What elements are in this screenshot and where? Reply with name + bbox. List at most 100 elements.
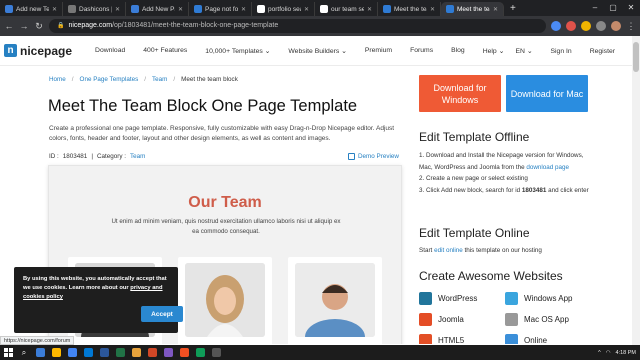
- maximize-icon[interactable]: ▢: [604, 0, 622, 16]
- close-tab-icon[interactable]: ✕: [430, 6, 435, 13]
- minimize-icon[interactable]: –: [586, 0, 604, 16]
- taskbar-app-icon[interactable]: [32, 345, 48, 360]
- scrollbar-thumb[interactable]: [633, 42, 639, 72]
- close-tab-icon[interactable]: ✕: [367, 6, 372, 13]
- app-link[interactable]: Windows App: [505, 291, 605, 305]
- app-link[interactable]: HTML5: [419, 333, 505, 344]
- windows-start-icon[interactable]: [0, 345, 16, 360]
- favicon-icon: [320, 5, 328, 13]
- tab-title: Dashicons | V: [79, 5, 112, 13]
- template-meta: ID : 1803481 | Category : Team: [49, 153, 145, 160]
- breadcrumb-separator: /: [71, 76, 74, 83]
- favicon-icon: [383, 5, 391, 13]
- scrollbar[interactable]: [632, 36, 640, 345]
- nav-item[interactable]: Blog: [442, 47, 474, 55]
- app-glyph-icon: [35, 348, 45, 357]
- browser-tab[interactable]: Add new Tea✕: [0, 2, 63, 16]
- nav-item[interactable]: Premium: [356, 47, 401, 55]
- page-title: Meet The Team Block One Page Template: [48, 97, 358, 115]
- step3-end: and click enter: [548, 186, 589, 194]
- new-tab-icon[interactable]: +: [504, 2, 522, 16]
- close-tab-icon[interactable]: ✕: [52, 6, 57, 13]
- url-input[interactable]: 🔒 nicepage.com/op/1803481/meet-the-team-…: [49, 19, 546, 33]
- browser-tab[interactable]: Page not fou✕: [189, 2, 252, 16]
- app-icon: [419, 312, 432, 326]
- site-logo[interactable]: n nicepage: [4, 44, 72, 58]
- search-icon[interactable]: ⌕: [16, 345, 32, 360]
- nav-item[interactable]: Website Builders ⌄: [279, 47, 355, 55]
- nav-item[interactable]: 10,000+ Templates ⌄: [196, 47, 279, 55]
- preview-icon: [348, 153, 355, 160]
- app-link[interactable]: Mac OS App: [505, 312, 605, 326]
- avatar[interactable]: [611, 21, 621, 31]
- download-windows-button[interactable]: Download for Windows: [419, 75, 501, 112]
- forward-icon[interactable]: →: [19, 21, 29, 31]
- reload-icon[interactable]: ↻: [34, 21, 44, 32]
- nav-item[interactable]: Download: [86, 47, 134, 55]
- taskbar-app-icon[interactable]: [208, 345, 224, 360]
- chevron-up-icon[interactable]: ^: [598, 350, 601, 356]
- breadcrumb-separator: /: [144, 76, 146, 83]
- back-icon[interactable]: ←: [4, 21, 14, 31]
- app-link[interactable]: Joomla: [419, 312, 505, 326]
- category-label: Category :: [96, 153, 127, 160]
- breadcrumb-team[interactable]: Team: [152, 76, 167, 83]
- browser-tab[interactable]: Add New Pa ✕: [126, 2, 189, 16]
- clock[interactable]: 4:18 PM: [616, 350, 636, 356]
- account-nav-item[interactable]: Sign In: [542, 48, 581, 55]
- window-controls: – ▢ ✕: [586, 0, 640, 16]
- taskbar-app-icon[interactable]: [176, 345, 192, 360]
- app-link[interactable]: WordPress: [419, 291, 505, 305]
- taskbar: ⌕ ^ ◠ 4:18 PM: [0, 345, 640, 360]
- taskbar-app-icon[interactable]: [160, 345, 176, 360]
- browser-tab[interactable]: Meet the tea ✕: [441, 2, 504, 16]
- taskbar-app-icon[interactable]: [48, 345, 64, 360]
- taskbar-app-icon[interactable]: [128, 345, 144, 360]
- offline-steps: 1. Download and Install the Nicepage ver…: [419, 150, 597, 196]
- app-label: WordPress: [438, 293, 478, 303]
- wifi-icon[interactable]: ◠: [606, 350, 611, 356]
- app-link[interactable]: Online: [505, 333, 605, 344]
- demo-preview-link[interactable]: Demo Preview: [348, 153, 399, 160]
- close-tab-icon[interactable]: ✕: [115, 6, 120, 13]
- extension-icon[interactable]: [566, 21, 576, 31]
- category-link[interactable]: Team: [130, 153, 145, 160]
- preview-heading: Our Team: [188, 194, 262, 211]
- puzzle-icon[interactable]: [596, 21, 606, 31]
- taskbar-app-icon[interactable]: [192, 345, 208, 360]
- close-tab-icon[interactable]: ✕: [304, 6, 309, 13]
- browser-tab-bar: Add new Tea✕Dashicons | V✕Add New Pa✕Pag…: [0, 0, 640, 16]
- nav-item[interactable]: Forums: [401, 47, 442, 55]
- person-image-icon: [295, 263, 375, 337]
- kebab-menu-icon[interactable]: ⋮: [626, 21, 636, 32]
- taskbar-app-icon[interactable]: [96, 345, 112, 360]
- browser-tab[interactable]: portfolio sea ✕: [252, 2, 315, 16]
- close-tab-icon[interactable]: ✕: [178, 6, 183, 13]
- account-nav-item[interactable]: Register: [581, 48, 624, 55]
- main-nav: Download 400+ Features 10,000+ Templates ⌄…: [86, 47, 513, 55]
- edit-online-link[interactable]: edit online: [434, 247, 463, 254]
- close-tab-icon[interactable]: ✕: [493, 6, 498, 13]
- close-tab-icon[interactable]: ✕: [241, 6, 246, 13]
- browser-tab[interactable]: Dashicons | V✕: [63, 2, 126, 16]
- taskbar-app-icon[interactable]: [64, 345, 80, 360]
- app-glyph-icon: [195, 348, 205, 357]
- extension-icon[interactable]: [551, 21, 561, 31]
- team-photo: [185, 263, 265, 337]
- tab-title: Page not fou: [205, 5, 238, 13]
- browser-tab[interactable]: our team sea✕: [315, 2, 378, 16]
- browser-tab[interactable]: Meet the tea ✕: [378, 2, 441, 16]
- download-page-link[interactable]: download page: [526, 164, 569, 171]
- breadcrumb-one-page-templates[interactable]: One Page Templates: [80, 76, 139, 83]
- extension-icon[interactable]: [581, 21, 591, 31]
- account-nav-item[interactable]: EN ⌄: [506, 47, 541, 55]
- taskbar-app-icon[interactable]: [144, 345, 160, 360]
- taskbar-app-icon[interactable]: [112, 345, 128, 360]
- breadcrumb-home[interactable]: Home: [49, 76, 66, 83]
- demo-preview-label: Demo Preview: [358, 153, 399, 160]
- download-mac-button[interactable]: Download for Mac: [506, 75, 588, 112]
- nav-item[interactable]: 400+ Features: [134, 47, 196, 55]
- close-window-icon[interactable]: ✕: [622, 0, 640, 16]
- accept-cookies-button[interactable]: Accept: [141, 306, 183, 322]
- taskbar-app-icon[interactable]: [80, 345, 96, 360]
